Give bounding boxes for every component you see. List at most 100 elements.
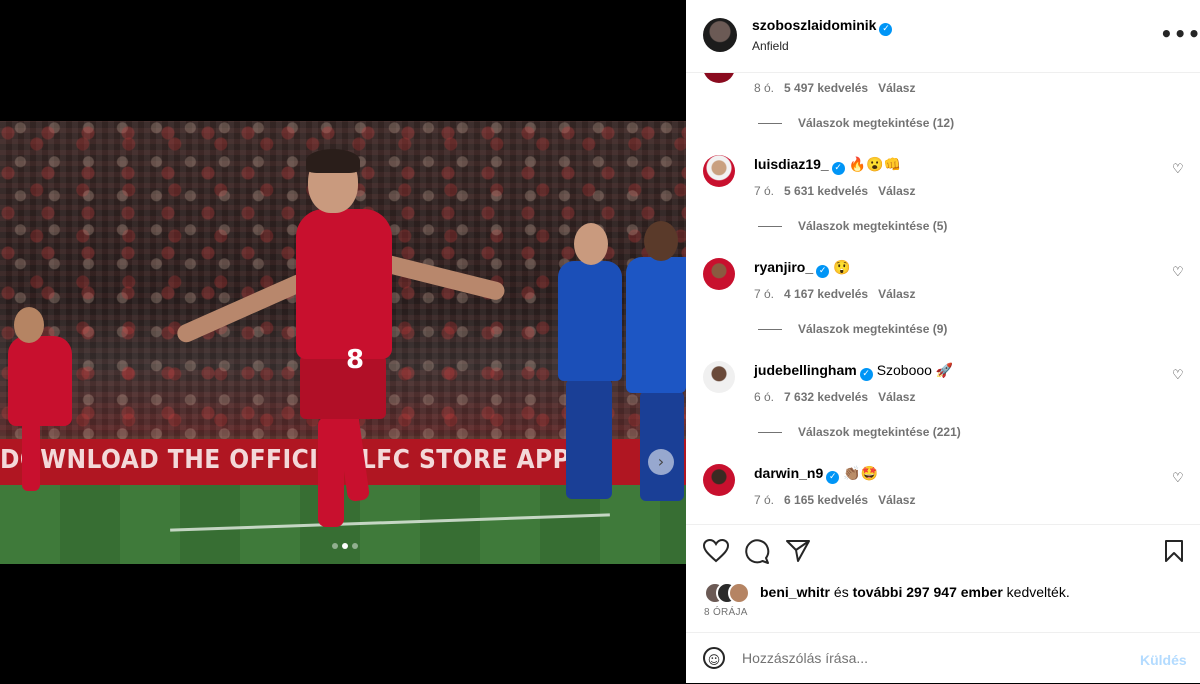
- comment-avatar[interactable]: [703, 361, 735, 393]
- comment-time[interactable]: 7 ó.: [754, 287, 774, 301]
- post-side-panel: szoboszlaidominik ✓ Anfield ••• 8 ó. 5 497…: [686, 0, 1200, 683]
- view-replies-button[interactable]: Válaszok megtekintése (12): [758, 116, 954, 130]
- post-timestamp[interactable]: 8 ÓRÁJA: [704, 607, 748, 618]
- share-icon[interactable]: [785, 539, 811, 569]
- opponent-leg: [566, 379, 612, 499]
- carousel-dot-active: [342, 543, 348, 549]
- comment-likes[interactable]: 6 165 kedvelés: [784, 493, 868, 507]
- view-replies-line: [758, 226, 782, 228]
- likes-summary-text: beni_whitr és további 297 947 ember kedv…: [760, 584, 1070, 600]
- teammate-body: [8, 336, 72, 426]
- verified-badge-icon: ✓: [826, 471, 840, 484]
- view-replies-label: Válaszok megtekintése (9): [798, 322, 948, 336]
- author-username[interactable]: szoboszlaidominik: [752, 17, 876, 33]
- opponent-2-head: [644, 221, 678, 261]
- teammate-head: [14, 307, 44, 343]
- player-hair: [306, 149, 360, 173]
- likes-suffix: kedvelték.: [1006, 584, 1070, 600]
- comment-text: Szobooo 🚀: [876, 362, 954, 378]
- comment-icon[interactable]: [744, 539, 770, 571]
- view-replies-button[interactable]: Válaszok megtekintése (9): [758, 322, 947, 336]
- opponent-2-body: [626, 257, 686, 393]
- liker-username[interactable]: beni_whitr: [760, 584, 830, 600]
- comment-body: darwin_n9 ✓ 👏🏽🤩: [754, 465, 878, 484]
- verified-badge-icon: ✓: [879, 23, 893, 36]
- reply-button[interactable]: Válasz: [878, 493, 915, 507]
- comment-avatar[interactable]: [703, 155, 735, 187]
- carousel-dot: [352, 543, 358, 549]
- liker-avatar[interactable]: [728, 582, 750, 604]
- comment-username[interactable]: darwin_n9: [754, 465, 823, 481]
- view-replies-label: Válaszok megtekintése (221): [798, 425, 961, 439]
- verified-badge-icon: ✓: [831, 162, 845, 175]
- verified-badge-icon: ✓: [816, 265, 830, 278]
- view-replies-button[interactable]: Válaszok megtekintése (221): [758, 425, 961, 439]
- comment-avatar[interactable]: [703, 73, 735, 83]
- comment-like-heart-icon[interactable]: ♡: [1172, 162, 1184, 177]
- player-shirt: [296, 209, 392, 359]
- opponent-body: [558, 261, 622, 381]
- view-replies-line: [758, 329, 782, 331]
- post-header: szoboszlaidominik ✓ Anfield •••: [686, 0, 1200, 73]
- author-username-row: szoboszlaidominik ✓: [752, 17, 893, 36]
- comment-like-heart-icon[interactable]: ♡: [1172, 265, 1184, 280]
- comment-body: ryanjiro_ ✓ 😲: [754, 259, 851, 278]
- comment-like-heart-icon[interactable]: ♡: [1172, 471, 1184, 486]
- bookmark-icon[interactable]: [1163, 539, 1185, 569]
- comment-meta: 8 ó. 5 497 kedvelés Válasz: [754, 81, 925, 95]
- comment-text: 🔥😮👊: [848, 156, 901, 172]
- opponent-head: [574, 223, 608, 265]
- comment-likes[interactable]: 7 632 kedvelés: [784, 390, 868, 404]
- comment-text: 😲: [833, 259, 851, 275]
- comment-avatar[interactable]: [703, 464, 735, 496]
- comment-input[interactable]: [742, 647, 1122, 669]
- post-photo[interactable]: DOWNLOAD THE OFFICIAL LFC STORE APP! 8 ›: [0, 121, 686, 564]
- comment-username[interactable]: ryanjiro_: [754, 259, 813, 275]
- carousel-dots: [332, 543, 358, 549]
- comment-time[interactable]: 7 ó.: [754, 493, 774, 507]
- post-location[interactable]: Anfield: [752, 39, 789, 53]
- opponent-2-leg: [640, 391, 684, 501]
- carousel-dot: [332, 543, 338, 549]
- comment-time[interactable]: 6 ó.: [754, 390, 774, 404]
- reply-button[interactable]: Válasz: [878, 390, 915, 404]
- comment-meta: 6 ó. 7 632 kedvelés Válasz: [754, 390, 925, 404]
- comment-username[interactable]: luisdiaz19_: [754, 156, 829, 172]
- comment-like-heart-icon[interactable]: ♡: [1172, 368, 1184, 383]
- advertising-board-text: DOWNLOAD THE OFFICIAL LFC STORE APP!: [0, 445, 582, 475]
- reply-button[interactable]: Válasz: [878, 81, 915, 95]
- view-replies-label: Válaszok megtekintése (12): [798, 116, 955, 130]
- comment-likes[interactable]: 5 631 kedvelés: [784, 184, 868, 198]
- likes-count-link[interactable]: további 297 947 ember: [853, 584, 1003, 600]
- jersey-number: 8: [346, 345, 365, 375]
- likes-connector: és: [833, 584, 849, 600]
- reply-button[interactable]: Válasz: [878, 287, 915, 301]
- comment-body: judebellingham ✓ Szobooo 🚀: [754, 362, 953, 381]
- comment-time[interactable]: 7 ó.: [754, 184, 774, 198]
- comment-likes[interactable]: 4 167 kedvelés: [784, 287, 868, 301]
- reply-button[interactable]: Válasz: [878, 184, 915, 198]
- comment-likes[interactable]: 5 497 kedvelés: [784, 81, 868, 95]
- comment-text: 👏🏽🤩: [843, 465, 879, 481]
- comment-username[interactable]: judebellingham: [754, 362, 857, 378]
- player-shorts: [300, 355, 386, 419]
- likes-summary: beni_whitr és további 297 947 ember kedv…: [704, 582, 1184, 604]
- comments-list[interactable]: 8 ó. 5 497 kedvelés Válasz Válaszok megtek…: [686, 73, 1200, 525]
- emoji-icon[interactable]: ☺: [703, 647, 725, 669]
- teammate-leg: [22, 421, 40, 491]
- more-options-button[interactable]: •••: [1160, 22, 1200, 46]
- comment-body: luisdiaz19_ ✓ 🔥😮👊: [754, 156, 901, 175]
- next-slide-button[interactable]: ›: [648, 449, 674, 475]
- comment-meta: 7 ó. 4 167 kedvelés Válasz: [754, 287, 925, 301]
- post-comment-button[interactable]: Küldés: [1140, 652, 1187, 668]
- post-actions-bar: [686, 524, 1200, 585]
- author-avatar[interactable]: [703, 18, 737, 52]
- comment-avatar[interactable]: [703, 258, 735, 290]
- heart-icon[interactable]: [702, 538, 730, 569]
- verified-badge-icon: ✓: [859, 368, 873, 381]
- comment-meta: 7 ó. 5 631 kedvelés Válasz: [754, 184, 925, 198]
- view-replies-line: [758, 432, 782, 434]
- comment-time[interactable]: 8 ó.: [754, 81, 774, 95]
- view-replies-button[interactable]: Válaszok megtekintése (5): [758, 219, 947, 233]
- comment-composer: ☺ Küldés: [686, 632, 1200, 684]
